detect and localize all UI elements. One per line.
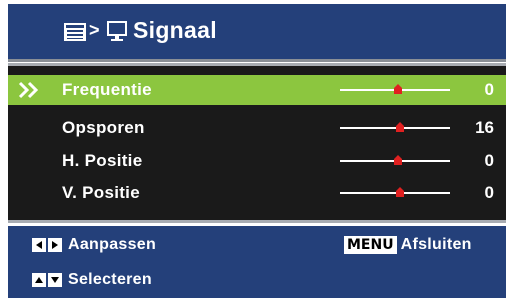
slider-knob-icon[interactable]: [396, 187, 404, 197]
arrow-up-icon: [32, 273, 46, 287]
arrow-right-icon: [48, 238, 62, 252]
exit-label: Afsluiten: [400, 236, 472, 253]
menu-key-badge: MENU: [344, 236, 397, 254]
menu-item-value: 0: [484, 183, 494, 202]
menu-item-opsporen[interactable]: Opsporen 16: [8, 113, 506, 143]
page-title: Signaal: [133, 17, 217, 43]
menu-header: > Signaal: [8, 4, 506, 62]
select-label: Selecteren: [68, 271, 152, 288]
adjust-label: Aanpassen: [68, 236, 157, 253]
double-chevron-right-icon: [18, 81, 39, 99]
menu-icon: [64, 23, 86, 41]
menu-item-label: Frequentie: [62, 80, 152, 99]
menu-item-value: 0: [484, 151, 494, 170]
menu-item-v-positie[interactable]: V. Positie 0: [8, 178, 506, 208]
menu-item-value: 0: [484, 80, 494, 99]
menu-item-label: H. Positie: [62, 151, 143, 170]
menu-item-h-positie[interactable]: H. Positie 0: [8, 146, 506, 176]
opsporen-slider[interactable]: [340, 127, 450, 129]
settings-list: Frequentie 0 Opsporen 16 H. Positie 0 V.: [8, 63, 506, 223]
breadcrumb-separator: >: [89, 20, 100, 40]
adjust-hint: Aanpassen: [32, 236, 156, 254]
menu-item-label: V. Positie: [62, 183, 140, 202]
arrow-left-icon: [32, 238, 46, 252]
select-hint: Selecteren: [32, 271, 152, 289]
menu-item-value: 16: [475, 118, 494, 137]
v-positie-slider[interactable]: [340, 192, 450, 194]
menu-item-label: Opsporen: [62, 118, 145, 137]
slider-knob-icon[interactable]: [394, 84, 402, 94]
monitor-icon: [107, 21, 127, 41]
arrow-down-icon: [48, 273, 62, 287]
slider-knob-icon[interactable]: [396, 122, 404, 132]
slider-knob-icon[interactable]: [394, 155, 402, 165]
exit-hint: MENU Afsluiten: [344, 236, 472, 254]
osd-menu: > Signaal Frequentie 0 Opsporen 16 H. Po…: [0, 0, 508, 300]
menu-footer: Aanpassen MENU Afsluiten Selecteren: [8, 226, 506, 298]
menu-item-frequentie[interactable]: Frequentie 0: [8, 75, 506, 105]
